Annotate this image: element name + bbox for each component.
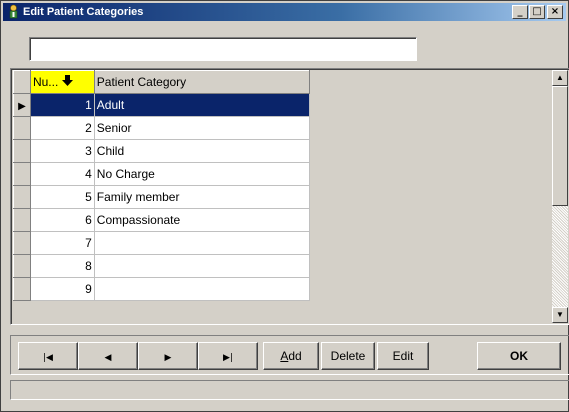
column-header-number[interactable]: Nu... xyxy=(29,70,95,94)
column-header-number-label: Nu... xyxy=(32,75,59,89)
table-row[interactable]: 3 Child xyxy=(13,139,311,163)
row-number-cell[interactable]: 7 xyxy=(29,231,95,255)
last-record-icon: ▶| xyxy=(223,353,233,363)
first-record-icon: |◀ xyxy=(43,353,53,363)
category-cell[interactable]: Adult xyxy=(93,93,311,117)
search-input[interactable] xyxy=(29,37,417,61)
next-record-button[interactable]: ▶ xyxy=(138,342,198,370)
row-number-cell[interactable]: 2 xyxy=(29,116,95,140)
row-indicator[interactable]: ▶ xyxy=(13,93,31,117)
category-cell[interactable] xyxy=(93,277,311,301)
row-number-cell[interactable]: 5 xyxy=(29,185,95,209)
table-row[interactable]: 7 xyxy=(13,231,311,255)
row-indicator[interactable] xyxy=(13,185,31,209)
status-bar xyxy=(10,380,569,400)
arrow-down-icon xyxy=(62,75,74,89)
window-title: Edit Patient Categories xyxy=(23,6,144,18)
row-number-cell[interactable]: 3 xyxy=(29,139,95,163)
app-icon xyxy=(9,4,18,19)
edit-patient-categories-window: Edit Patient Categories _ □ × Nu... Pati… xyxy=(0,0,569,412)
scroll-down-icon[interactable]: ▼ xyxy=(552,307,568,323)
add-label-rest: dd xyxy=(288,349,302,363)
previous-record-button[interactable]: ◀ xyxy=(78,342,138,370)
patient-category-grid: Nu... Patient Category ▶ 1 Adult 2 Senior 3 Ch… xyxy=(13,70,311,301)
row-indicator[interactable] xyxy=(13,208,31,232)
row-indicator[interactable] xyxy=(13,162,31,186)
table-row[interactable]: 5 Family member xyxy=(13,185,311,209)
category-cell[interactable]: Child xyxy=(93,139,311,163)
table-row[interactable]: ▶ 1 Adult xyxy=(13,93,311,117)
category-cell[interactable] xyxy=(93,231,311,255)
row-indicator-header xyxy=(13,70,31,94)
title-bar[interactable]: Edit Patient Categories _ □ × xyxy=(3,3,566,21)
row-indicator[interactable] xyxy=(13,254,31,278)
row-indicator[interactable] xyxy=(13,277,31,301)
row-number-cell[interactable]: 8 xyxy=(29,254,95,278)
table-row[interactable]: 9 xyxy=(13,277,311,301)
minimize-button[interactable]: _ xyxy=(512,5,528,19)
row-indicator[interactable] xyxy=(13,231,31,255)
edit-button[interactable]: Edit xyxy=(377,342,429,370)
next-record-icon: ▶ xyxy=(164,353,172,363)
grid-header-row: Nu... Patient Category xyxy=(13,70,311,94)
category-cell[interactable]: Family member xyxy=(93,185,311,209)
table-row[interactable]: 4 No Charge xyxy=(13,162,311,186)
row-indicator[interactable] xyxy=(13,139,31,163)
vertical-scrollbar[interactable]: ▲ ▼ xyxy=(552,70,568,323)
close-button[interactable]: × xyxy=(547,5,563,19)
current-row-pointer-icon: ▶ xyxy=(18,101,26,112)
row-number-cell[interactable]: 4 xyxy=(29,162,95,186)
category-cell[interactable]: No Charge xyxy=(93,162,311,186)
grid-body: ▶ 1 Adult 2 Senior 3 Child 4 No Charge 5 Family me… xyxy=(13,93,311,301)
row-indicator[interactable] xyxy=(13,116,31,140)
category-cell[interactable] xyxy=(93,254,311,278)
scroll-up-icon[interactable]: ▲ xyxy=(552,70,568,86)
row-number-cell[interactable]: 6 xyxy=(29,208,95,232)
column-header-category[interactable]: Patient Category xyxy=(93,70,311,94)
ok-button[interactable]: OK xyxy=(477,342,561,370)
last-record-button[interactable]: ▶| xyxy=(198,342,258,370)
category-cell[interactable]: Senior xyxy=(93,116,311,140)
category-cell[interactable]: Compassionate xyxy=(93,208,311,232)
scroll-thumb[interactable] xyxy=(552,86,568,206)
table-row[interactable]: 8 xyxy=(13,254,311,278)
delete-button[interactable]: Delete xyxy=(321,342,375,370)
row-number-cell[interactable]: 1 xyxy=(29,93,95,117)
add-button[interactable]: Add xyxy=(263,342,319,370)
table-row[interactable]: 6 Compassionate xyxy=(13,208,311,232)
maximize-button[interactable]: □ xyxy=(529,5,545,19)
previous-record-icon: ◀ xyxy=(104,353,112,363)
first-record-button[interactable]: |◀ xyxy=(18,342,78,370)
row-number-cell[interactable]: 9 xyxy=(29,277,95,301)
table-row[interactable]: 2 Senior xyxy=(13,116,311,140)
